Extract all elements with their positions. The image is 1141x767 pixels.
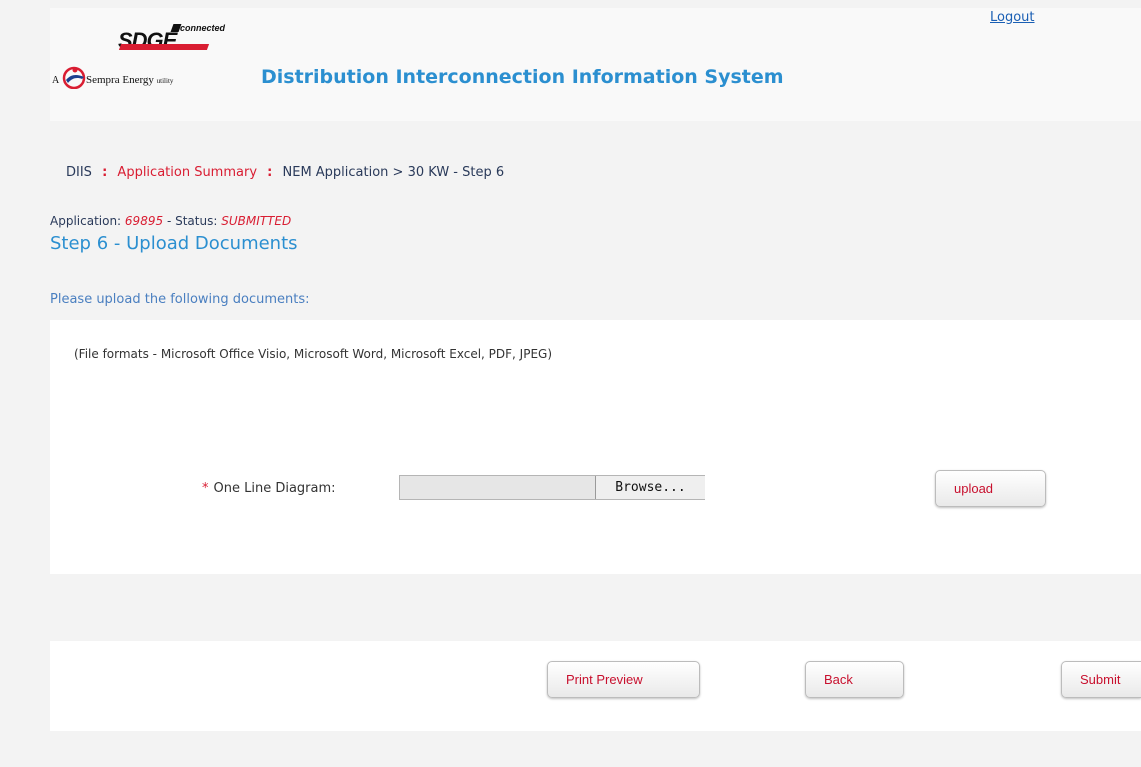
instructions: Please upload the following documents: (50, 292, 310, 307)
file-path-field[interactable] (400, 476, 595, 499)
browse-button[interactable]: Browse... (595, 476, 705, 499)
application-status-line: Application: 69895 - Status: SUBMITTED (50, 214, 291, 228)
breadcrumb-current: NEM Application > 30 KW - Step 6 (282, 165, 505, 180)
sempra-logo-icon (62, 66, 86, 89)
logo-prefix: A (52, 75, 60, 86)
application-label: Application: (50, 214, 122, 228)
file-formats-note: (File formats - Microsoft Office Visio, … (74, 347, 553, 361)
upload-button[interactable]: upload (935, 470, 1046, 507)
step-title: Step 6 - Upload Documents (50, 233, 298, 254)
required-mark: * (202, 481, 209, 496)
logo-brand: SDGE (118, 28, 177, 53)
logo-tagline: connected (180, 23, 226, 33)
header: connected SDGE A Sempra Energy utility D… (50, 8, 1141, 121)
system-title: Distribution Interconnection Information… (261, 66, 784, 88)
submit-button[interactable]: Submit (1061, 661, 1141, 698)
status-value: SUBMITTED (221, 214, 292, 228)
logo-parent: Sempra Energy utility (86, 74, 174, 86)
print-preview-button[interactable]: Print Preview (547, 661, 700, 698)
breadcrumb-separator-icon: : (267, 165, 273, 180)
breadcrumb-root[interactable]: DIIS (66, 165, 92, 180)
footer-actions: Print Preview Back Submit (50, 641, 1141, 731)
upload-panel: (File formats - Microsoft Office Visio, … (50, 320, 1141, 574)
sdge-logo: connected SDGE A Sempra Energy utility (50, 8, 260, 121)
breadcrumb-separator-icon: : (102, 165, 108, 180)
field-label-text: One Line Diagram: (213, 481, 336, 496)
one-line-diagram-file-input[interactable]: Browse... (399, 475, 705, 500)
application-number: 69895 (124, 214, 164, 228)
logout-link[interactable]: Logout (990, 10, 1035, 25)
logo-underline (118, 44, 210, 50)
breadcrumb: DIIS : Application Summary : NEM Applica… (66, 165, 504, 180)
breadcrumb-application-summary[interactable]: Application Summary (117, 165, 257, 180)
one-line-diagram-label: * One Line Diagram: (202, 481, 336, 496)
back-button[interactable]: Back (805, 661, 904, 698)
page: connected SDGE A Sempra Energy utility D… (50, 8, 1141, 767)
status-label: - Status: (166, 214, 218, 228)
